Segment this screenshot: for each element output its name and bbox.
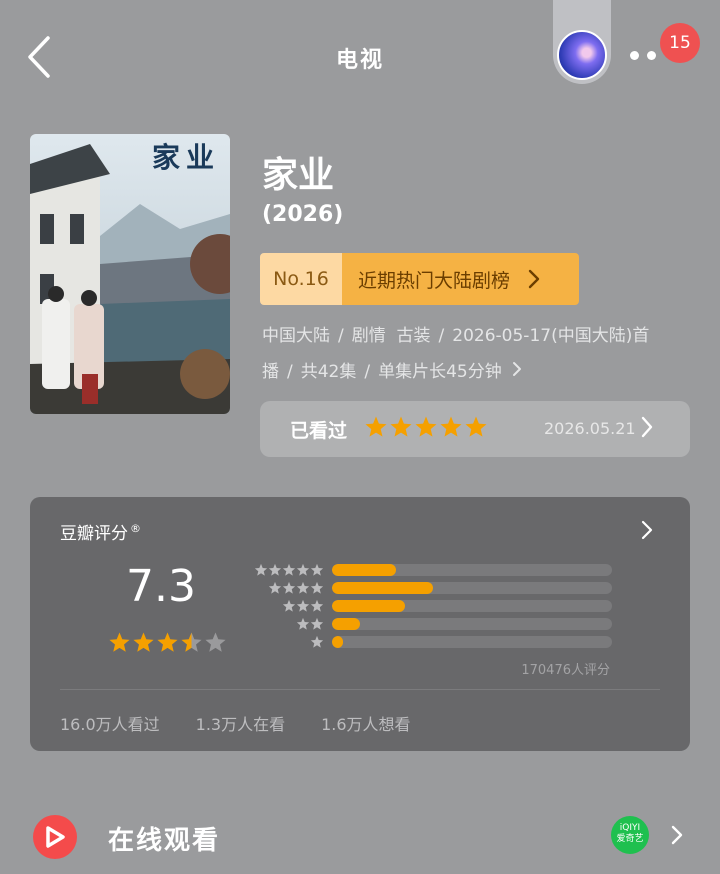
distribution-row <box>252 581 612 595</box>
star-icon <box>268 581 282 594</box>
top-bar: 电视 15 <box>0 0 720 110</box>
star-icon <box>296 599 310 612</box>
distribution-bar <box>332 618 360 630</box>
star-icon <box>157 632 178 652</box>
distribution-track <box>332 564 612 576</box>
rating-count: 170476人评分 <box>521 663 610 678</box>
star-icon <box>109 632 130 652</box>
star-icon <box>268 563 282 576</box>
iqiyi-logo-text: 爱奇艺 <box>616 834 644 844</box>
stat-watching[interactable]: 1.3万人在看 <box>196 711 285 735</box>
show-meta[interactable]: 中国大陆 / 剧情 古装/2026-05-17(中国大陆)首 播 / 共42集 / 单集片长… <box>262 318 682 390</box>
star-icon <box>181 632 202 652</box>
chevron-right-icon <box>528 269 540 289</box>
watched-label: 已看过 <box>290 420 348 442</box>
douban-score: 7.3 <box>126 561 196 612</box>
star-icon <box>254 563 268 576</box>
my-rating-stars <box>364 415 488 439</box>
star-icon <box>296 617 310 630</box>
dot-icon <box>647 50 656 60</box>
star-icon <box>282 581 296 594</box>
poster-title: 家业 <box>151 141 220 174</box>
score-stars <box>108 631 227 654</box>
star-icon <box>310 581 324 594</box>
my-watched-card[interactable]: 已看过 2026.05.21 <box>260 401 690 457</box>
star-icon <box>296 563 310 576</box>
douban-label-text: 豆瓣评分 <box>60 524 128 544</box>
distribution-track <box>332 618 612 630</box>
douban-rating-card[interactable]: 豆瓣评分 ® 7.3 170476人评分 16.0万人看过 1.3万人在看 1.6… <box>30 497 690 751</box>
distribution-stars <box>282 599 324 613</box>
chevron-right-icon[interactable] <box>640 519 654 541</box>
distribution-row <box>252 635 612 649</box>
chevron-right-icon <box>512 362 521 376</box>
meta-premiere: 2026-05-17(中国大陆)首 <box>452 326 650 346</box>
star-icon <box>310 599 324 612</box>
star-icon <box>440 416 462 437</box>
distribution-stars <box>268 581 324 595</box>
star-icon <box>390 416 412 437</box>
notification-badge[interactable]: 15 <box>660 23 700 63</box>
distribution-bar <box>332 564 397 576</box>
watch-online-label: 在线观看 <box>108 826 221 856</box>
star-icon <box>205 632 226 652</box>
rank-list: 近期热门大陆剧榜 <box>342 253 579 305</box>
watched-date: 2026.05.21 <box>544 419 636 438</box>
play-icon <box>46 826 65 848</box>
distribution-track <box>332 636 612 648</box>
meta-episodes: 共42集 <box>300 362 357 382</box>
distribution-row <box>252 617 612 631</box>
chevron-right-icon <box>641 416 653 438</box>
distribution-bar <box>332 582 433 594</box>
distribution-row <box>252 563 612 577</box>
divider <box>60 689 660 690</box>
star-icon <box>415 416 437 437</box>
distribution-stars <box>254 563 324 577</box>
show-year: (2026) <box>262 202 344 227</box>
star-icon <box>133 632 154 652</box>
poster-image <box>30 134 230 414</box>
meta-premiere-cont: 播 <box>262 362 279 382</box>
star-icon <box>310 617 324 630</box>
show-title: 家业 <box>262 155 335 196</box>
avatar[interactable] <box>557 30 607 80</box>
registered-mark: ® <box>130 522 141 536</box>
stat-watched[interactable]: 16.0万人看过 <box>60 711 160 735</box>
stat-want[interactable]: 1.6万人想看 <box>321 711 410 735</box>
rank-number: No.16 <box>260 253 342 305</box>
star-icon <box>465 416 487 437</box>
meta-genre: 剧情 <box>351 326 386 346</box>
distribution-bar <box>332 600 405 612</box>
star-icon <box>310 635 324 648</box>
show-poster[interactable]: 家业 <box>30 134 230 414</box>
rank-badge-button[interactable]: No.16 近期热门大陆剧榜 <box>260 253 579 305</box>
distribution-track <box>332 582 612 594</box>
meta-region: 中国大陆 <box>262 326 330 346</box>
distribution-stars <box>296 617 324 631</box>
iqiyi-logo[interactable]: iQIYI 爱奇艺 <box>611 816 649 854</box>
distribution-bar <box>332 636 344 648</box>
chevron-right-icon[interactable] <box>670 824 684 846</box>
play-button[interactable] <box>33 815 77 859</box>
meta-duration: 单集片长45分钟 <box>378 362 502 382</box>
user-avatar-tab[interactable] <box>553 0 611 84</box>
page-title: 电视 <box>335 48 384 73</box>
meta-genre: 古装 <box>396 326 431 346</box>
star-icon <box>282 563 296 576</box>
distribution-row <box>252 599 612 613</box>
distribution-track <box>332 600 612 612</box>
star-icon <box>282 599 296 612</box>
star-icon <box>296 581 310 594</box>
douban-rating-label: 豆瓣评分 ® <box>60 519 141 544</box>
rank-list-name: 近期热门大陆剧榜 <box>358 269 511 292</box>
iqiyi-logo-text: iQIYI <box>619 823 641 833</box>
watch-online-row[interactable]: 在线观看 iQIYI 爱奇艺 <box>0 800 720 874</box>
distribution-stars <box>310 635 324 649</box>
star-icon <box>310 563 324 576</box>
star-icon <box>365 416 387 437</box>
dot-icon <box>630 50 639 60</box>
audience-stats: 16.0万人看过 1.3万人在看 1.6万人想看 <box>60 711 411 735</box>
